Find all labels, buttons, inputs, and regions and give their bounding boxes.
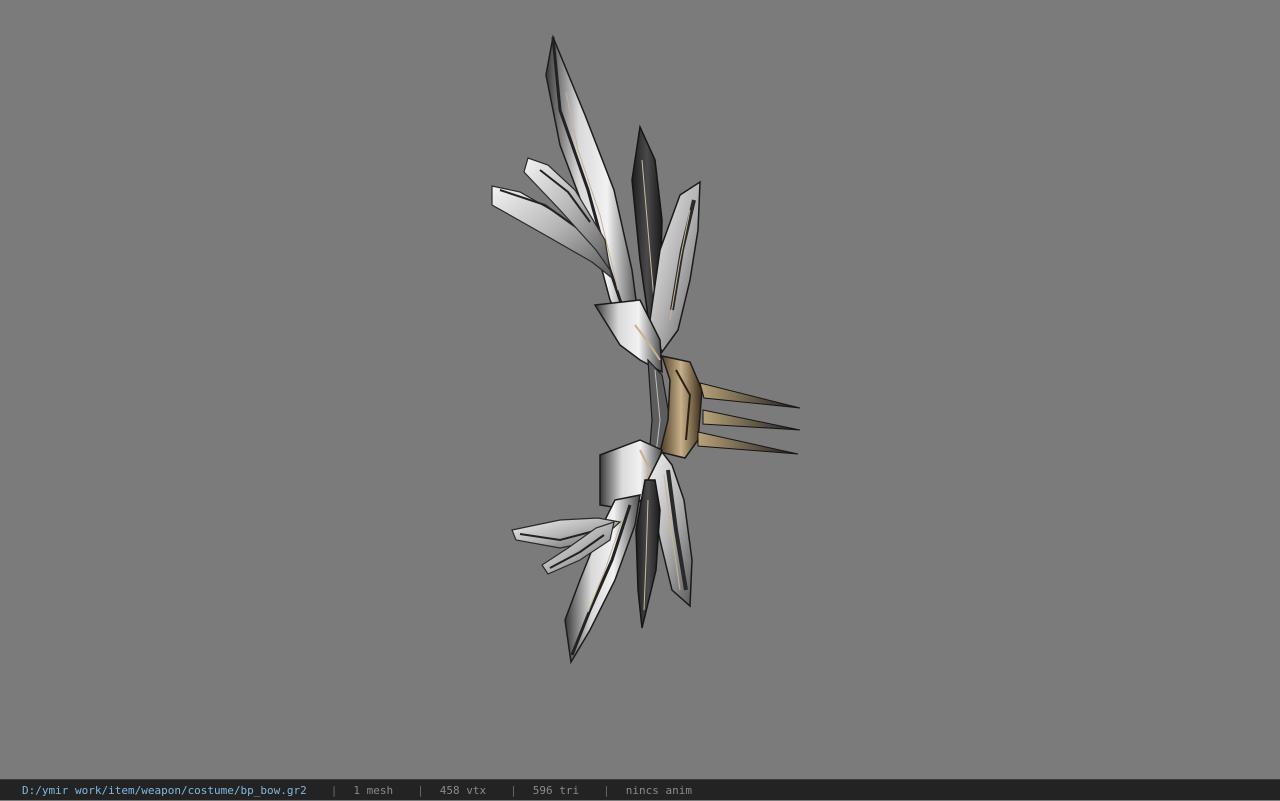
- vertex-count: 458 vtx: [439, 783, 487, 797]
- animation-status: nincs anim: [625, 783, 692, 797]
- triangle-count: 596 tri: [532, 783, 580, 797]
- bow-model-render: [491, 34, 801, 665]
- 3d-viewport[interactable]: [0, 0, 1280, 779]
- status-bar: D:/ymir work/item/weapon/costume/bp_bow.…: [0, 779, 1280, 800]
- file-path: D:/ymir work/item/weapon/costume/bp_bow.…: [22, 783, 307, 797]
- mesh-count: 1 mesh: [353, 783, 394, 797]
- separator: |: [510, 783, 517, 797]
- separator: |: [603, 783, 610, 797]
- separator: |: [330, 783, 338, 797]
- separator: |: [417, 783, 424, 797]
